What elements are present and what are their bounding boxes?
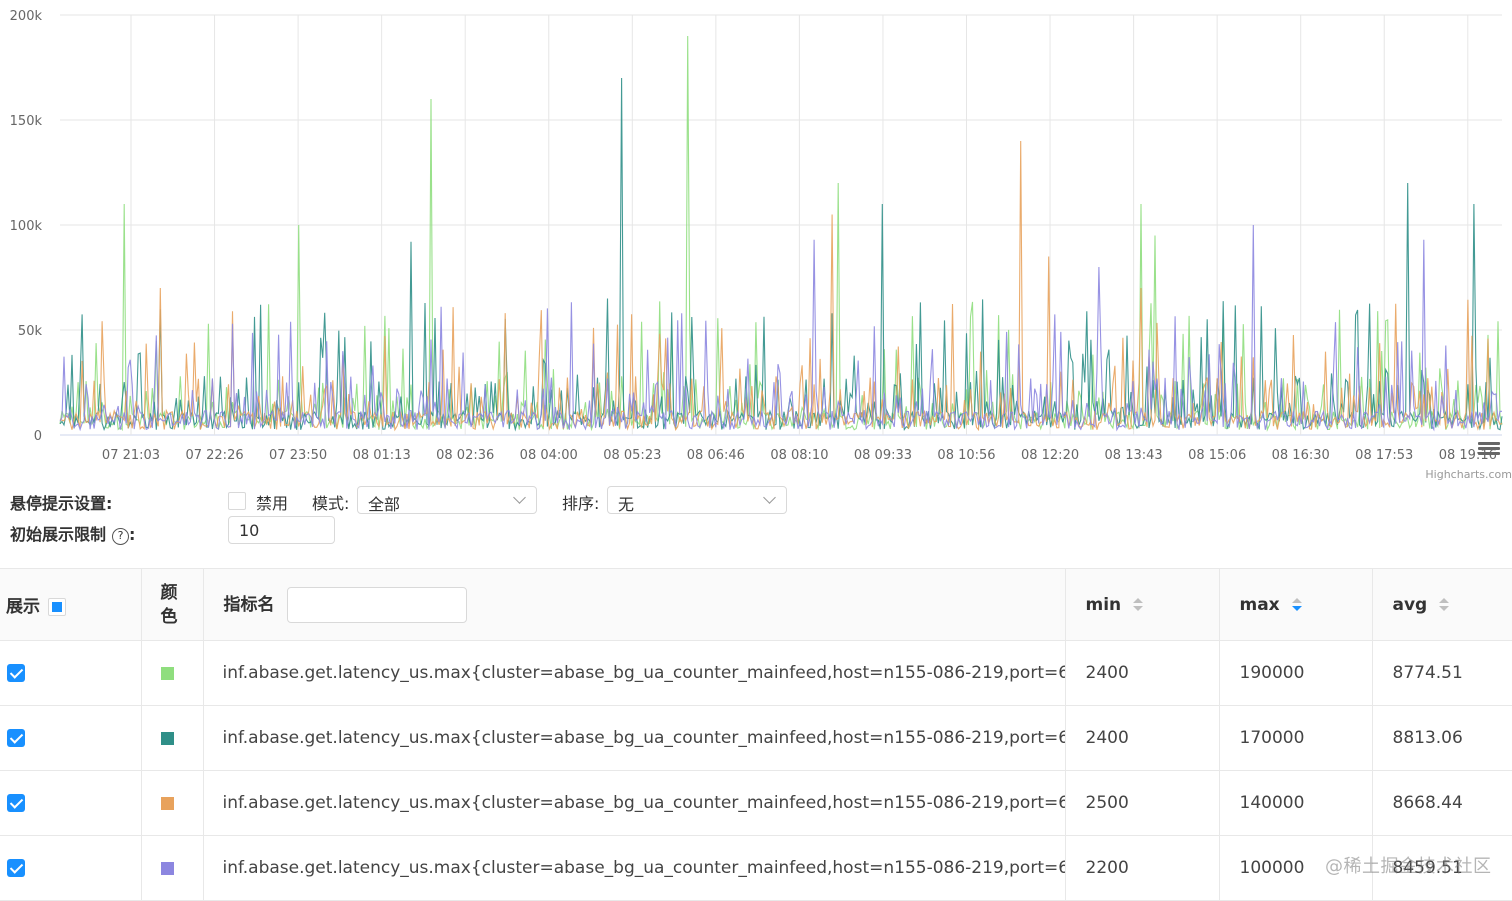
sort-desc-icon[interactable] bbox=[1291, 597, 1302, 613]
row-color-cell bbox=[140, 770, 203, 836]
row-color-cell bbox=[140, 705, 203, 771]
x-tick-label: 07 23:50 bbox=[269, 448, 327, 463]
column-color: 颜 色 bbox=[140, 568, 203, 641]
metric-filter-input[interactable] bbox=[286, 586, 467, 623]
table-header-row: 展示 颜 色 指标名 min max avg bbox=[0, 568, 1512, 641]
x-tick-label: 08 13:43 bbox=[1105, 448, 1163, 463]
column-max[interactable]: max bbox=[1218, 568, 1372, 641]
row-checkbox[interactable] bbox=[7, 664, 25, 682]
chart-menu-icon[interactable] bbox=[1478, 440, 1500, 460]
mode-select[interactable]: 全部 bbox=[357, 486, 537, 514]
row-show-cell bbox=[0, 770, 141, 836]
help-circle-icon[interactable]: ? bbox=[112, 528, 130, 545]
column-show-label: 展示 bbox=[6, 597, 40, 617]
series-color-swatch bbox=[160, 861, 174, 875]
select-all-checkbox[interactable] bbox=[48, 598, 66, 616]
row-metric: inf.abase.get.latency_us.max{cluster=aba… bbox=[202, 835, 1065, 901]
x-tick-label: 08 04:00 bbox=[520, 448, 578, 463]
x-tick-label: 08 09:33 bbox=[854, 448, 912, 463]
row-show-cell bbox=[0, 705, 141, 771]
x-tick-label: 07 22:26 bbox=[185, 448, 243, 463]
disable-label: 禁用 bbox=[256, 494, 289, 513]
column-min-label: min bbox=[1085, 594, 1122, 615]
chart-credits[interactable]: Highcharts.com bbox=[1425, 468, 1512, 481]
row-min: 2500 bbox=[1064, 770, 1219, 836]
hover-settings-label: 悬停提示设置: bbox=[10, 494, 113, 513]
initial-limit-label-row: 初始展示限制?: bbox=[10, 525, 136, 545]
row-show-cell bbox=[0, 835, 141, 901]
row-checkbox[interactable] bbox=[7, 729, 25, 747]
sort-select-value: 无 bbox=[618, 495, 635, 514]
table-row[interactable]: inf.abase.get.latency_us.max{cluster=aba… bbox=[0, 705, 1512, 771]
row-avg: 8668.44 bbox=[1371, 770, 1512, 836]
series-color-swatch bbox=[160, 666, 174, 680]
x-tick-label: 08 16:30 bbox=[1272, 448, 1330, 463]
series-line bbox=[59, 35, 1503, 432]
chart-svg: 0 50k 100k 150k 200k 07 21:03 07 22:26 07 23:50… bbox=[10, 9, 1503, 463]
initial-limit-input[interactable]: 10 bbox=[228, 516, 335, 544]
row-min: 2400 bbox=[1064, 640, 1219, 706]
row-color-cell bbox=[140, 640, 203, 706]
table-row[interactable]: inf.abase.get.latency_us.max{cluster=aba… bbox=[0, 835, 1512, 901]
sort-icon[interactable] bbox=[1439, 597, 1450, 613]
latency-chart: 0 50k 100k 150k 200k 07 21:03 07 22:26 07 23:50… bbox=[0, 0, 1512, 485]
row-metric: inf.abase.get.latency_us.max{cluster=aba… bbox=[202, 640, 1065, 706]
row-avg: 8774.51 bbox=[1371, 640, 1512, 706]
x-tick-label: 08 15:06 bbox=[1188, 448, 1246, 463]
x-tick-label: 08 02:36 bbox=[436, 448, 494, 463]
mode-label: 模式: bbox=[312, 494, 350, 513]
x-tick-label: 08 06:46 bbox=[687, 448, 745, 463]
column-metric-label: 指标名 bbox=[223, 594, 275, 615]
row-max: 190000 bbox=[1218, 640, 1372, 706]
y-tick-label: 100k bbox=[10, 219, 43, 234]
series-color-swatch bbox=[160, 796, 174, 810]
y-tick-label: 200k bbox=[10, 9, 43, 24]
column-show: 展示 bbox=[0, 568, 141, 641]
table-row[interactable]: inf.abase.get.latency_us.max{cluster=aba… bbox=[0, 640, 1512, 706]
x-tick-label: 08 08:10 bbox=[770, 448, 828, 463]
row-metric: inf.abase.get.latency_us.max{cluster=aba… bbox=[202, 705, 1065, 771]
hover-settings-panel: 悬停提示设置: 禁用 模式: 全部 排序: 无 初始展示限制?: 10 bbox=[0, 485, 1512, 565]
row-min: 2400 bbox=[1064, 705, 1219, 771]
x-tick-label: 08 01:13 bbox=[353, 448, 411, 463]
row-max: 140000 bbox=[1218, 770, 1372, 836]
x-tick-label: 08 10:56 bbox=[937, 448, 995, 463]
y-tick-label: 150k bbox=[10, 114, 43, 129]
sort-label: 排序: bbox=[562, 494, 600, 513]
column-max-label: max bbox=[1239, 594, 1280, 615]
disable-checkbox[interactable] bbox=[228, 492, 246, 510]
row-show-cell bbox=[0, 640, 141, 706]
row-checkbox[interactable] bbox=[7, 794, 25, 812]
y-tick-label: 0 bbox=[34, 429, 42, 444]
column-color-label-1: 颜 bbox=[160, 582, 178, 603]
column-avg-label: avg bbox=[1392, 594, 1428, 615]
row-color-cell bbox=[140, 835, 203, 901]
series-line bbox=[59, 77, 1503, 432]
row-checkbox[interactable] bbox=[7, 859, 25, 877]
table-row[interactable]: inf.abase.get.latency_us.max{cluster=aba… bbox=[0, 770, 1512, 836]
x-tick-label: 08 05:23 bbox=[603, 448, 661, 463]
chevron-down-icon bbox=[763, 491, 776, 504]
column-avg[interactable]: avg bbox=[1371, 568, 1512, 641]
column-metric: 指标名 bbox=[202, 568, 1065, 641]
sort-icon[interactable] bbox=[1133, 597, 1144, 613]
watermark: @稀土掘金技术社区 bbox=[1325, 856, 1492, 877]
row-avg: 8813.06 bbox=[1371, 705, 1512, 771]
chevron-down-icon bbox=[513, 491, 526, 504]
row-metric: inf.abase.get.latency_us.max{cluster=aba… bbox=[202, 770, 1065, 836]
series-color-swatch bbox=[160, 731, 174, 745]
row-max: 170000 bbox=[1218, 705, 1372, 771]
row-min: 2200 bbox=[1064, 835, 1219, 901]
column-min[interactable]: min bbox=[1064, 568, 1219, 641]
column-color-label-2: 色 bbox=[160, 606, 178, 627]
x-tick-label: 08 12:20 bbox=[1021, 448, 1079, 463]
x-tick-label: 08 17:53 bbox=[1355, 448, 1413, 463]
x-tick-label: 07 21:03 bbox=[102, 448, 160, 463]
initial-limit-label: 初始展示限制 bbox=[10, 525, 107, 544]
y-tick-label: 50k bbox=[18, 324, 43, 339]
mode-select-value: 全部 bbox=[368, 495, 401, 514]
sort-select[interactable]: 无 bbox=[607, 486, 787, 514]
metrics-table: 展示 颜 色 指标名 min max avg inf.abase.get.lat… bbox=[0, 568, 1512, 901]
